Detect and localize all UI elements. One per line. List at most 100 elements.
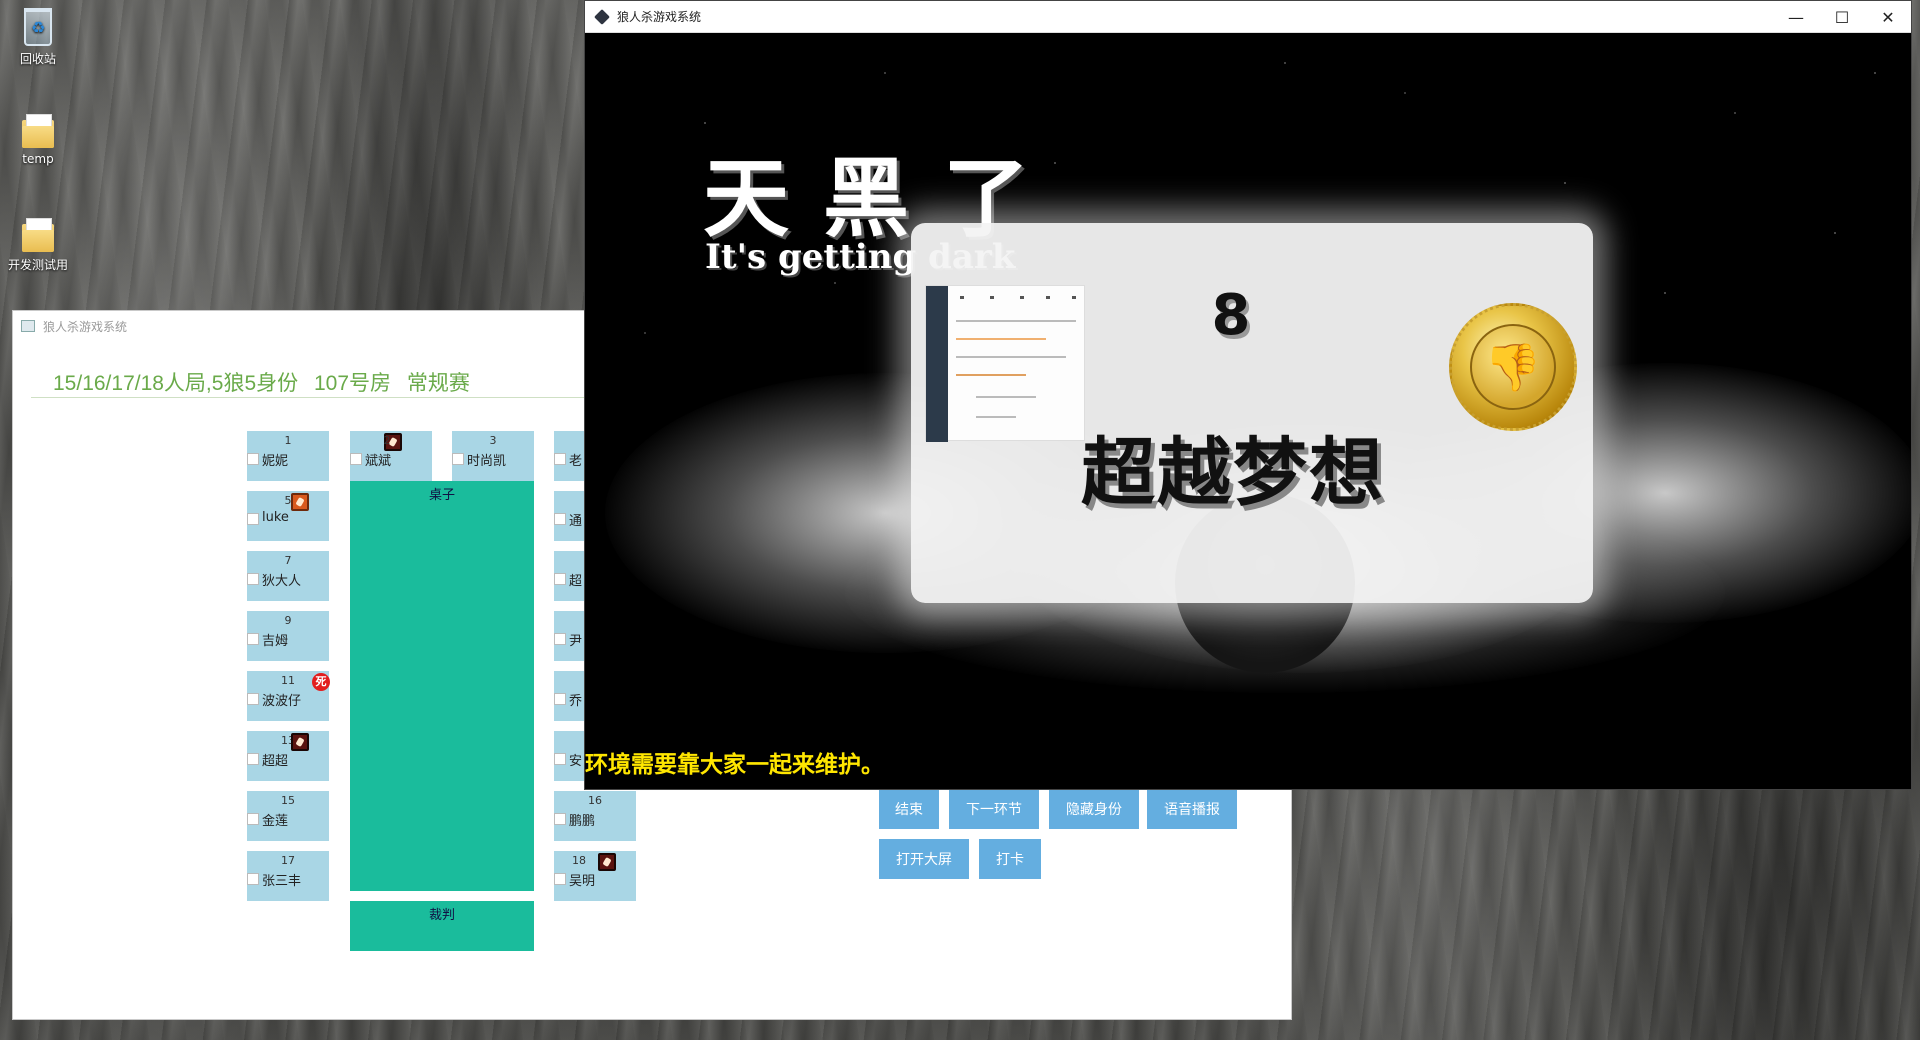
avatar-detail xyxy=(990,296,994,299)
open-big-screen-button[interactable]: 打开大屏 xyxy=(879,839,969,879)
seat-tag-icon xyxy=(247,813,259,825)
seat-tag-icon xyxy=(554,573,566,585)
seat-5[interactable]: 5 luke xyxy=(247,491,329,541)
seat-number: 3 xyxy=(489,434,497,447)
player-name: 张三丰 xyxy=(262,874,302,889)
player-avatar xyxy=(925,285,1085,442)
seat-number: 13 xyxy=(281,734,295,747)
player-name: luke xyxy=(262,510,289,525)
player-name: 吉姆 xyxy=(262,634,289,649)
hide-identity-button[interactable]: 隐藏身份 xyxy=(1049,789,1139,829)
judge-area[interactable]: 裁判 xyxy=(350,901,534,951)
seat-number: 16 xyxy=(588,794,602,807)
seat-tag-icon xyxy=(350,453,362,465)
player-name: 通 xyxy=(569,514,583,529)
seat-tag-icon xyxy=(554,813,566,825)
desktop-icon-label: 开发测试用 xyxy=(7,258,68,272)
player-name: 老 xyxy=(569,454,583,469)
seat-number: 7 xyxy=(284,554,292,567)
avatar-detail xyxy=(976,396,1036,398)
seat-tag-icon xyxy=(247,873,259,885)
avatar-sidebar xyxy=(926,286,948,442)
seat-number: 2 xyxy=(383,434,391,447)
minimize-icon[interactable]: — xyxy=(1773,1,1819,33)
night-titlebar[interactable]: 狼人杀游戏系统 — ☐ ✕ xyxy=(585,1,1911,33)
seat-11[interactable]: 11 死 波波仔 xyxy=(247,671,330,721)
seat-7[interactable]: 7 狄大人 xyxy=(247,551,329,601)
player-name: 鹏鹏 xyxy=(569,814,596,829)
seat-tag-icon xyxy=(452,453,464,465)
player-name: 金莲 xyxy=(262,814,289,829)
player-name: 狄大人 xyxy=(262,574,302,589)
seat-number: 18 xyxy=(572,854,586,867)
temp-folder-icon[interactable]: temp xyxy=(0,112,76,166)
night-screen-window: 狼人杀游戏系统 — ☐ ✕ 天黑了 It's getting dark 8 超越… xyxy=(584,0,1912,790)
seat-number: 9 xyxy=(284,614,292,627)
avatar-detail xyxy=(956,338,1046,340)
avatar-detail xyxy=(976,416,1016,418)
end-button[interactable]: 结束 xyxy=(879,789,939,829)
desktop-icon-label: 回收站 xyxy=(19,52,56,66)
app-window-icon xyxy=(21,320,35,332)
admin-window-title: 狼人杀游戏系统 xyxy=(43,319,128,334)
seat-16[interactable]: 16 鹏鹏 xyxy=(554,791,636,841)
player-name: 妮妮 xyxy=(262,454,289,469)
app-window-icon xyxy=(594,8,610,25)
folder-glyph xyxy=(22,218,54,252)
seat-tag-icon xyxy=(554,453,566,465)
table-area: 桌子 xyxy=(350,481,534,891)
avatar-detail xyxy=(956,320,1076,322)
recycle-bin-icon[interactable]: 回收站 xyxy=(0,8,76,67)
window-controls: — ☐ ✕ xyxy=(1773,1,1911,33)
player-name: 尹 xyxy=(569,634,583,649)
seat-2[interactable]: 2 斌斌 xyxy=(350,431,432,481)
seat-number: 15 xyxy=(281,794,295,807)
player-name: 安 xyxy=(569,754,583,769)
role-badge-icon xyxy=(291,493,309,511)
dev-test-folder-icon[interactable]: 开发测试用 xyxy=(0,216,76,273)
close-icon[interactable]: ✕ xyxy=(1865,1,1911,33)
recycle-bin-glyph xyxy=(24,8,52,46)
night-window-title: 狼人杀游戏系统 xyxy=(617,10,702,24)
seat-tag-icon xyxy=(554,753,566,765)
game-info-text: 15/16/17/18人局,5狼5身份 107号房 常规赛 xyxy=(53,372,470,395)
voice-broadcast-button[interactable]: 语音播报 xyxy=(1147,789,1237,829)
maximize-icon[interactable]: ☐ xyxy=(1819,1,1865,33)
player-card: 8 超越梦想 👎 xyxy=(911,223,1593,603)
table-label: 桌子 xyxy=(428,488,455,503)
seat-13[interactable]: 13 超超 xyxy=(247,731,329,781)
seat-17[interactable]: 17 张三丰 xyxy=(247,851,329,901)
night-scene: 天黑了 It's getting dark 8 超越梦想 👎 环境需要靠大家一起… xyxy=(585,33,1911,789)
player-name: 时尚凯 xyxy=(467,454,507,469)
player-number: 8 xyxy=(1211,283,1251,348)
avatar-detail xyxy=(1020,296,1024,299)
next-stage-button[interactable]: 下一环节 xyxy=(949,789,1039,829)
player-name: 波波仔 xyxy=(262,694,302,709)
desktop-icon-label: temp xyxy=(22,152,54,166)
seat-number: 17 xyxy=(281,854,295,867)
seat-9[interactable]: 9 吉姆 xyxy=(247,611,329,661)
seat-3[interactable]: 3 时尚凯 xyxy=(452,431,534,481)
seat-tag-icon xyxy=(247,633,259,645)
role-badge-icon xyxy=(598,853,616,871)
player-name: 吴明 xyxy=(569,874,596,889)
avatar-detail xyxy=(956,356,1066,358)
seat-18[interactable]: 18 吴明 xyxy=(554,851,636,901)
thumbs-down-icon: 👎 xyxy=(1470,324,1556,410)
seat-tag-icon xyxy=(247,693,259,705)
seat-number: 1 xyxy=(284,434,292,447)
seat-1[interactable]: 1 妮妮 xyxy=(247,431,329,481)
seat-tag-icon xyxy=(554,513,566,525)
check-in-button[interactable]: 打卡 xyxy=(979,839,1041,879)
folder-glyph xyxy=(22,114,54,148)
avatar-detail xyxy=(1046,296,1050,299)
seat-15[interactable]: 15 金莲 xyxy=(247,791,329,841)
seat-tag-icon xyxy=(247,753,259,765)
judge-label: 裁判 xyxy=(428,908,455,923)
player-name: 超超 xyxy=(262,754,289,769)
seat-tag-icon xyxy=(247,513,259,525)
seat-tag-icon xyxy=(554,873,566,885)
player-name: 斌斌 xyxy=(365,454,392,469)
avatar-detail xyxy=(1072,296,1076,299)
role-badge-icon xyxy=(291,733,309,751)
